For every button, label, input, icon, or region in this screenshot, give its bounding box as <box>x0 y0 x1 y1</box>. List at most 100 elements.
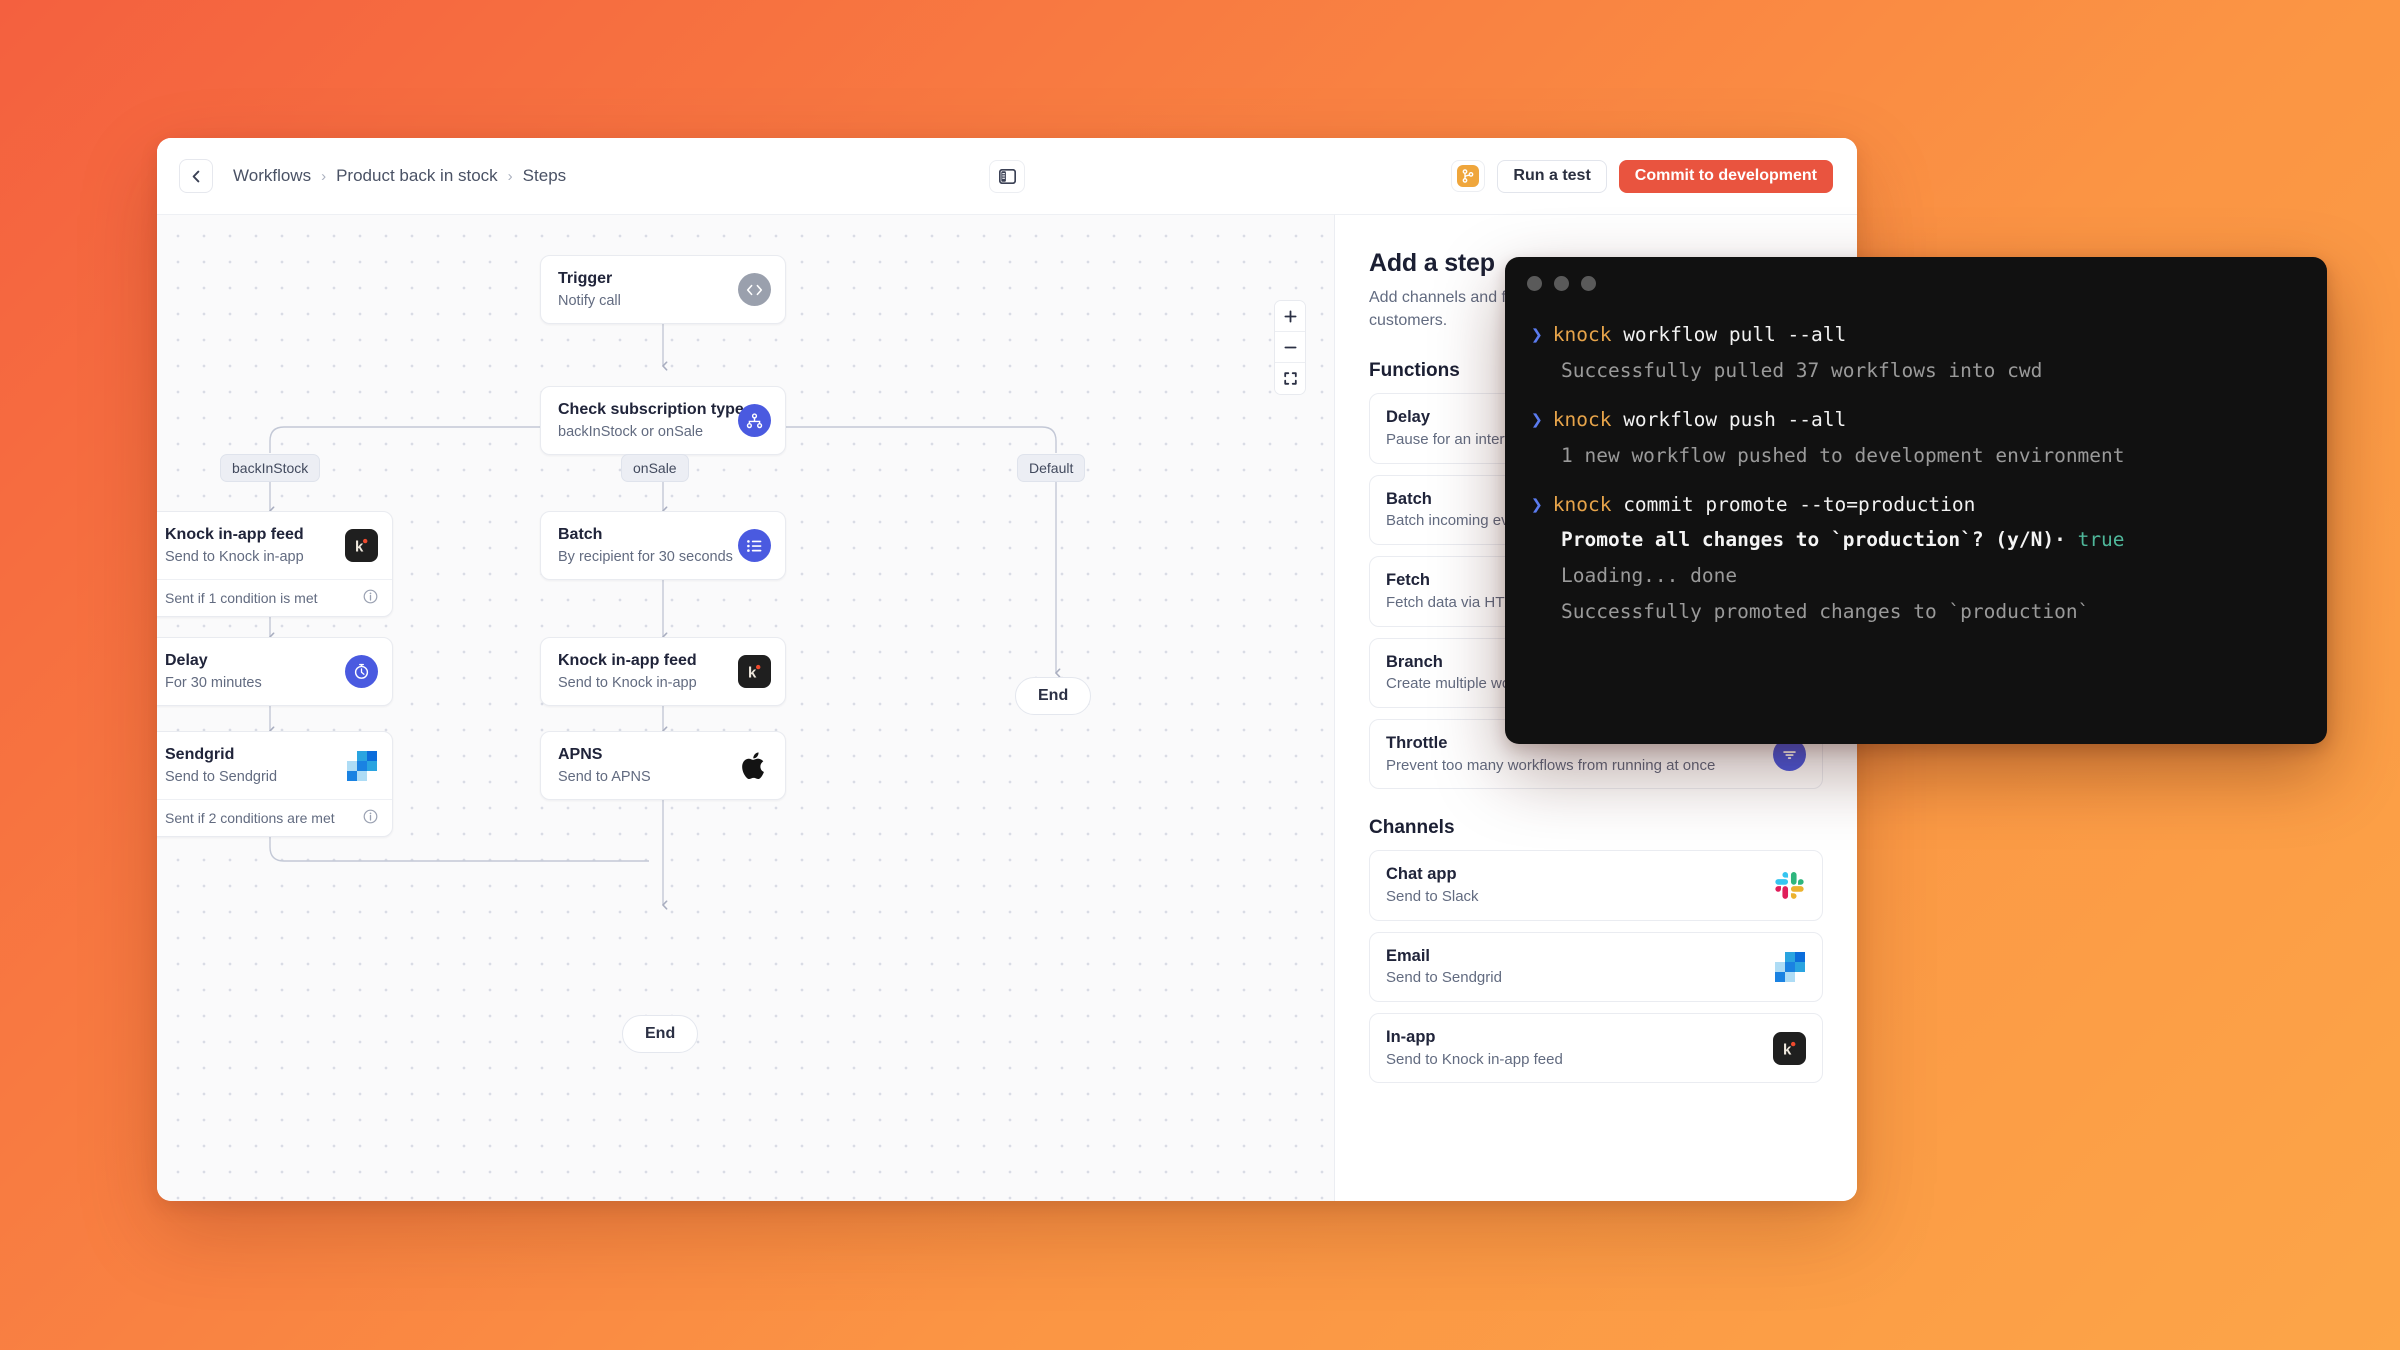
terminal-confirm-line: Promote all changes to `production`? (y/… <box>1531 522 2301 558</box>
fit-screen-icon <box>1283 372 1297 385</box>
terminal-output-line: Successfully pulled 37 workflows into cw… <box>1561 358 2043 382</box>
topbar-actions: Run a test Commit to development <box>1451 159 1833 193</box>
section-heading-channels: Channels <box>1369 817 1455 839</box>
command-args: commit promote --to=production <box>1611 492 1976 516</box>
command-binary: knock <box>1552 323 1612 346</box>
node-title: Check subscription type <box>558 401 744 418</box>
topbar-center <box>989 159 1025 193</box>
branch-label-backinstock[interactable]: backInStock <box>220 454 321 482</box>
node-title: APNS <box>558 746 603 763</box>
node-title: Sendgrid <box>165 746 235 763</box>
option-subtitle: Send to Knock in-app feed <box>1386 1050 1563 1068</box>
branch-selector-button[interactable] <box>1451 160 1486 192</box>
close-icon[interactable] <box>1527 275 1542 291</box>
sendgrid-logo-icon <box>345 749 378 782</box>
branch-label-onsale[interactable]: onSale <box>621 454 689 482</box>
option-subtitle: Send to Slack <box>1386 887 1479 905</box>
svg-text:k: k <box>355 538 364 555</box>
node-subtitle: Send to Knock in-app <box>558 675 697 691</box>
maximize-icon[interactable] <box>1581 275 1596 291</box>
node-subtitle: By recipient for 30 seconds <box>558 549 733 565</box>
step-option-email[interactable]: Email Send to Sendgrid <box>1369 931 1823 1002</box>
command-args: workflow pull --all <box>1611 323 1847 346</box>
breadcrumb-separator-icon: › <box>507 167 513 185</box>
breadcrumb-separator-icon: › <box>321 167 327 185</box>
breadcrumb: Workflows › Product back in stock › Step… <box>233 166 566 186</box>
option-title: In-app <box>1386 1028 1436 1046</box>
zoom-out-button[interactable] <box>1275 332 1305 363</box>
branch-icon <box>738 404 771 438</box>
workflow-canvas[interactable]: Trigger Notify call Check subscription t… <box>157 214 1334 1201</box>
slack-logo-icon <box>1773 869 1806 902</box>
node-footer: Sent if 1 condition is met <box>157 579 392 616</box>
flow-node-delay[interactable]: Delay For 30 minutes <box>157 637 393 707</box>
chevron-left-icon <box>192 170 199 182</box>
breadcrumb-item-workflows[interactable]: Workflows <box>233 166 311 186</box>
zoom-controls <box>1274 300 1306 395</box>
minus-icon <box>1284 346 1296 348</box>
flow-node-trigger[interactable]: Trigger Notify call <box>540 255 786 325</box>
step-option-in-app[interactable]: In-app Send to Knock in-app feed k <box>1369 1013 1823 1084</box>
node-title: Batch <box>558 526 603 543</box>
run-test-button[interactable]: Run a test <box>1497 159 1607 193</box>
option-title: Email <box>1386 946 1431 965</box>
flow-node-end-default[interactable]: End <box>1015 677 1092 715</box>
screenshot-root: Workflows › Product back in stock › Step… <box>0 0 2400 1350</box>
node-condition-text: Sent if 1 condition is met <box>165 590 318 607</box>
node-subtitle: Send to APNS <box>558 769 651 785</box>
node-title: Knock in-app feed <box>165 526 304 543</box>
git-branch-icon <box>1457 165 1480 187</box>
prompt-icon: ❯ <box>1531 323 1543 346</box>
terminal-command-line: ❯ knock commit promote --to=production <box>1531 487 2301 523</box>
commit-to-development-button[interactable]: Commit to development <box>1618 159 1833 193</box>
flow-node-end-main[interactable]: End <box>622 1015 699 1053</box>
info-icon[interactable] <box>363 809 378 827</box>
prompt-icon: ❯ <box>1531 492 1543 516</box>
node-subtitle: For 30 minutes <box>165 675 262 691</box>
top-bar: Workflows › Product back in stock › Step… <box>157 138 1857 214</box>
terminal-output-line: Loading... done <box>1561 564 1738 588</box>
option-title: Chat app <box>1386 865 1457 884</box>
node-title: Trigger <box>558 270 613 287</box>
step-option-chat-app[interactable]: Chat app Send to Slack <box>1369 850 1823 921</box>
terminal-spacer <box>1531 389 2301 402</box>
flow-node-apns[interactable]: APNS Send to APNS <box>540 731 786 801</box>
flow-node-knock-in-app-feed-2[interactable]: Knock in-app feed Send to Knock in-app k <box>540 637 786 707</box>
flow-node-knock-in-app-feed-1[interactable]: Knock in-app feed Send to Knock in-app k… <box>157 511 393 618</box>
command-binary: knock <box>1552 407 1612 431</box>
node-subtitle: Notify call <box>558 293 621 309</box>
flow-node-check-subscription-type[interactable]: Check subscription type backInStock or o… <box>540 386 786 456</box>
panel-toggle-button[interactable] <box>989 159 1025 193</box>
info-icon[interactable] <box>363 589 378 607</box>
node-subtitle: Send to Knock in-app <box>165 549 304 565</box>
node-title: Delay <box>165 652 208 669</box>
option-subtitle: Prevent too many workflows from running … <box>1386 756 1716 774</box>
panel-layout-icon <box>998 168 1016 184</box>
flow-node-batch[interactable]: Batch By recipient for 30 seconds <box>540 511 786 581</box>
terminal-spacer <box>1531 474 2301 487</box>
option-subtitle: Send to Sendgrid <box>1386 969 1502 987</box>
back-button[interactable] <box>179 159 213 193</box>
node-subtitle: Send to Sendgrid <box>165 769 278 785</box>
code-icon <box>738 273 771 307</box>
branch-label-default[interactable]: Default <box>1017 454 1086 482</box>
terminal-window[interactable]: ❯ knock workflow pull --all Successfully … <box>1505 257 2327 744</box>
node-title: Knock in-app feed <box>558 652 697 669</box>
fit-to-screen-button[interactable] <box>1275 363 1305 394</box>
terminal-output-line: Successfully promoted changes to `produc… <box>1561 600 2090 624</box>
breadcrumb-item-product-back-in-stock[interactable]: Product back in stock <box>336 166 498 186</box>
confirm-answer: true <box>2077 528 2125 552</box>
list-icon <box>738 529 771 563</box>
flow-node-sendgrid[interactable]: Sendgrid Send to Sendgrid Sent if 2 cond… <box>157 731 393 838</box>
sendgrid-logo-icon <box>1773 950 1806 983</box>
prompt-icon: ❯ <box>1531 407 1543 431</box>
terminal-output-line: 1 new workflow pushed to development env… <box>1561 443 2125 467</box>
command-args: workflow push --all <box>1611 407 1847 431</box>
node-condition-text: Sent if 2 conditions are met <box>165 810 335 827</box>
breadcrumb-item-steps[interactable]: Steps <box>523 166 566 186</box>
zoom-in-button[interactable] <box>1275 301 1305 332</box>
stopwatch-icon <box>345 655 378 689</box>
terminal-title-bar <box>1505 257 2327 309</box>
svg-text:k: k <box>748 664 757 681</box>
minimize-icon[interactable] <box>1554 275 1569 291</box>
